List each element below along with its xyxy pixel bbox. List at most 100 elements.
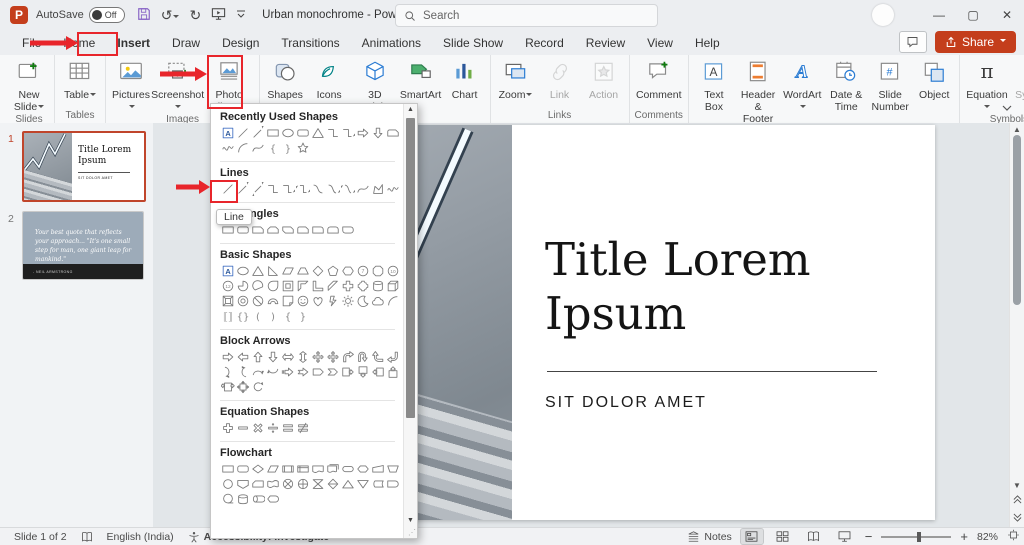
shape-manual-operation-icon[interactable]	[385, 461, 400, 476]
shape-freeform-icon[interactable]	[370, 181, 385, 196]
shape-off-page-connector-icon[interactable]	[235, 476, 250, 491]
spell-check-icon[interactable]	[81, 531, 93, 543]
smartart-button[interactable]: SmartArt	[399, 57, 443, 101]
shape-octagon-icon[interactable]	[370, 263, 385, 278]
save-icon[interactable]	[137, 7, 151, 24]
shape-card-icon[interactable]	[250, 476, 265, 491]
shape-l-shape-icon[interactable]	[310, 278, 325, 293]
shape-arc-icon[interactable]	[235, 140, 250, 155]
slide-thumbnail-1[interactable]: Title Lorem Ipsum SIT DOLOR AMET	[22, 131, 146, 202]
shape-trapezoid-icon[interactable]	[295, 263, 310, 278]
shape-heptagon-icon[interactable]: 7	[355, 263, 370, 278]
shape-bracket-l-icon[interactable]: (	[250, 308, 265, 323]
tab-record[interactable]: Record	[515, 33, 574, 53]
shape-curve-icon[interactable]	[250, 140, 265, 155]
shape-equal-icon[interactable]	[280, 420, 295, 435]
tab-design[interactable]: Design	[212, 33, 269, 53]
scroll-up-icon[interactable]: ▲	[1010, 125, 1024, 134]
shape-can-icon[interactable]	[370, 278, 385, 293]
chart-button[interactable]: Chart	[443, 57, 487, 101]
tab-animations[interactable]: Animations	[352, 33, 431, 53]
shape-bent-up-arrow-icon[interactable]	[385, 349, 400, 364]
shape-cloud-icon[interactable]	[370, 293, 385, 308]
shape-connector-icon[interactable]	[220, 476, 235, 491]
shape-arc-icon[interactable]	[385, 293, 400, 308]
shape-terminator-icon[interactable]	[340, 461, 355, 476]
shape-extract-icon[interactable]	[340, 476, 355, 491]
shape-arrow-right-icon[interactable]	[355, 125, 370, 140]
tab-transitions[interactable]: Transitions	[271, 33, 349, 53]
shape-arrow-right-icon[interactable]	[220, 349, 235, 364]
shape-line-icon[interactable]	[235, 125, 250, 140]
shape-elbow-arrow-double-icon[interactable]	[295, 181, 310, 196]
shape-arrow-up-icon[interactable]	[250, 349, 265, 364]
shape-curved-left-icon[interactable]	[235, 364, 250, 379]
shape-smiley-icon[interactable]	[295, 293, 310, 308]
shape-lru-arrow-icon[interactable]	[325, 349, 340, 364]
shape-block-arc-icon[interactable]	[265, 293, 280, 308]
shape-snip1-icon[interactable]	[250, 222, 265, 237]
shape-quad-callout-icon[interactable]	[235, 379, 250, 394]
zoom-in-icon[interactable]: +	[960, 529, 968, 544]
shape-elbow-icon[interactable]	[325, 125, 340, 140]
shape-summing-junction-icon[interactable]	[280, 476, 295, 491]
shape-plaque-icon[interactable]	[355, 278, 370, 293]
tab-slide-show[interactable]: Slide Show	[433, 33, 513, 53]
shape-division-icon[interactable]	[265, 420, 280, 435]
shape-oval-icon[interactable]	[235, 263, 250, 278]
dropdown-scroll-down-icon[interactable]: ▼	[404, 517, 417, 524]
shape-elbow-icon[interactable]	[265, 181, 280, 196]
icons-button[interactable]: Icons	[307, 57, 351, 101]
shape-uturn-arrow-icon[interactable]	[355, 349, 370, 364]
header-footer-button[interactable]: Header & Footer	[736, 57, 780, 125]
shape-chevron-arrow-icon[interactable]	[325, 364, 340, 379]
tab-draw[interactable]: Draw	[162, 33, 210, 53]
shape-star-icon[interactable]	[295, 140, 310, 155]
shape-text-box-icon[interactable]: A	[220, 125, 235, 140]
tab-view[interactable]: View	[637, 33, 683, 53]
screenshot-button[interactable]: Screenshot	[153, 57, 202, 113]
normal-view-button[interactable]	[741, 529, 763, 544]
shape-half-frame-icon[interactable]	[295, 278, 310, 293]
symbol-button[interactable]: ΩSymbol	[1011, 57, 1024, 101]
shape-brace-l-icon[interactable]: {	[265, 140, 280, 155]
reading-view-button[interactable]	[803, 529, 825, 544]
shape-lr-callout-icon[interactable]	[220, 379, 235, 394]
shape-arrow-down-icon[interactable]	[370, 125, 385, 140]
shape-diagonal-stripe-icon[interactable]	[325, 278, 340, 293]
shape-no-symbol-icon[interactable]	[250, 293, 265, 308]
shape-curved-up-icon[interactable]	[250, 364, 265, 379]
slide-number-button[interactable]: #Slide Number	[868, 57, 912, 113]
shape-line-arrow-double-icon[interactable]	[250, 181, 265, 196]
shape-plus-icon[interactable]	[220, 420, 235, 435]
tab-help[interactable]: Help	[685, 33, 730, 53]
shape-pentagon-arrow-icon[interactable]	[310, 364, 325, 379]
shape-hexagon-icon[interactable]	[340, 263, 355, 278]
shape-not-equal-icon[interactable]	[295, 420, 310, 435]
shape-curved-icon[interactable]	[310, 181, 325, 196]
shape-pie-icon[interactable]	[235, 278, 250, 293]
customize-qat-icon[interactable]	[236, 8, 246, 22]
shape-merge-icon[interactable]	[355, 476, 370, 491]
text-box-button[interactable]: AText Box	[692, 57, 736, 113]
next-slide-icon[interactable]	[1010, 513, 1024, 524]
shape-right-callout-icon[interactable]	[340, 364, 355, 379]
shape-scribble-icon[interactable]	[385, 181, 400, 196]
date-time-button[interactable]: Date & Time	[824, 57, 868, 113]
shape-circular-arrow-icon[interactable]	[250, 379, 265, 394]
tab-home[interactable]: Home	[53, 33, 105, 53]
zoom-button[interactable]: Zoom	[494, 57, 538, 101]
shape-double-brace-icon[interactable]: {}	[235, 308, 250, 323]
shape-predefined-process-icon[interactable]	[280, 461, 295, 476]
previous-slide-icon[interactable]	[1010, 495, 1024, 506]
shape-collate-icon[interactable]	[310, 476, 325, 491]
zoom-slider-thumb[interactable]	[917, 532, 921, 542]
shape-diamond-icon[interactable]	[310, 263, 325, 278]
language-indicator[interactable]: English (India)	[107, 531, 174, 543]
tab-file[interactable]: File	[12, 33, 51, 53]
shape-process-icon[interactable]	[220, 461, 235, 476]
shape-or-icon[interactable]	[295, 476, 310, 491]
dropdown-resize-grip[interactable]: ⋰	[408, 528, 416, 537]
shape-bracket-r-icon[interactable]: )	[265, 308, 280, 323]
shape-delay-icon[interactable]	[385, 476, 400, 491]
